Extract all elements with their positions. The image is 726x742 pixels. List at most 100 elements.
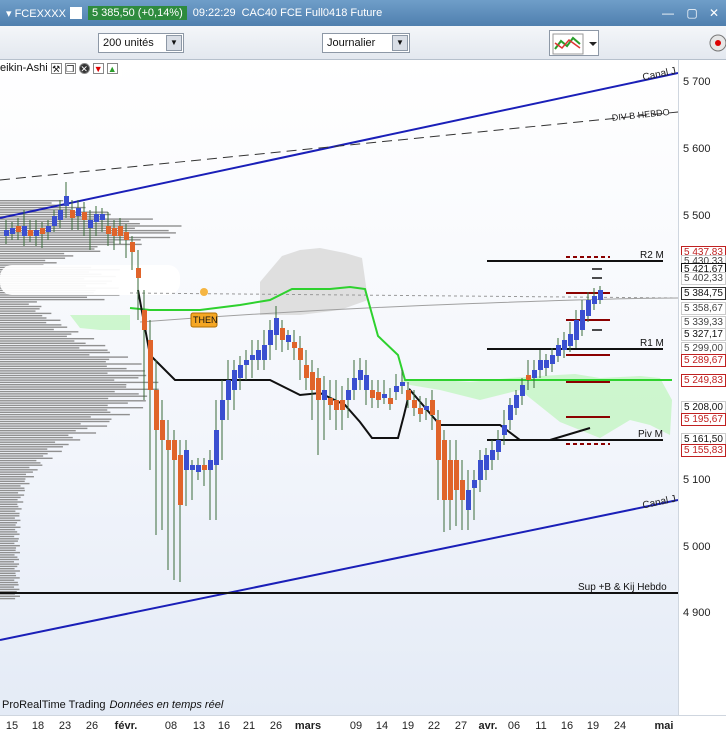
candle-body[interactable]: [556, 345, 561, 356]
candle-body[interactable]: [22, 226, 27, 236]
candle-body[interactable]: [364, 375, 369, 390]
candle-body[interactable]: [70, 210, 75, 218]
candle-body[interactable]: [430, 400, 435, 415]
date-axis[interactable]: 15 18 23 26 févr. 08 13 16 21 26 mars 09…: [0, 715, 726, 742]
candle-body[interactable]: [238, 365, 243, 378]
candle-body[interactable]: [220, 400, 225, 420]
candle-body[interactable]: [328, 398, 333, 405]
candle-body[interactable]: [34, 230, 39, 236]
wrench-icon[interactable]: ⚒: [50, 62, 62, 74]
candle-body[interactable]: [94, 214, 99, 222]
candle-body[interactable]: [526, 375, 531, 380]
candle-body[interactable]: [466, 490, 471, 510]
candle-body[interactable]: [16, 226, 21, 232]
candle-body[interactable]: [262, 345, 267, 360]
symbol-selector[interactable]: ▾ FCEXXXX: [6, 7, 66, 20]
candle-body[interactable]: [370, 390, 375, 398]
candle-body[interactable]: [574, 320, 579, 340]
indicator-legend[interactable]: eikin-Ashi ⚒ ❐ ✕ ▼ ▲: [0, 60, 122, 76]
candle-body[interactable]: [454, 460, 459, 490]
candle-body[interactable]: [274, 318, 279, 335]
window-icon[interactable]: ❐: [64, 62, 76, 74]
candle-body[interactable]: [244, 360, 249, 365]
candle-body[interactable]: [280, 328, 285, 340]
maximize-icon[interactable]: ▢: [684, 5, 700, 21]
candle-body[interactable]: [10, 228, 15, 234]
candle-body[interactable]: [88, 220, 93, 228]
candle-body[interactable]: [490, 450, 495, 460]
candle-body[interactable]: [550, 355, 555, 364]
candle-body[interactable]: [226, 380, 231, 400]
candle-body[interactable]: [520, 385, 525, 396]
candle-body[interactable]: [106, 226, 111, 234]
candle-body[interactable]: [196, 465, 201, 472]
remove-icon[interactable]: ✕: [78, 62, 90, 74]
candle-body[interactable]: [586, 300, 591, 316]
candle-body[interactable]: [292, 342, 297, 348]
candle-body[interactable]: [298, 348, 303, 360]
candle-body[interactable]: [52, 216, 57, 226]
candle-body[interactable]: [502, 425, 507, 435]
price-axis[interactable]: 5 700 5 600 5 500 5 100 5 000 4 900 5 43…: [678, 60, 726, 715]
candle-body[interactable]: [4, 230, 9, 236]
candle-body[interactable]: [412, 400, 417, 408]
chart-canvas[interactable]: THEN Canal J DIV B HEBDO R2 M R1 M Piv M…: [0, 60, 678, 715]
candle-body[interactable]: [184, 450, 189, 470]
candle-body[interactable]: [304, 365, 309, 378]
candle-body[interactable]: [28, 230, 33, 236]
candle-body[interactable]: [436, 420, 441, 460]
candle-body[interactable]: [580, 310, 585, 330]
candle-body[interactable]: [406, 390, 411, 400]
candle-body[interactable]: [232, 370, 237, 390]
add-indicator-button[interactable]: [549, 30, 599, 56]
candle-body[interactable]: [130, 242, 135, 252]
candle-body[interactable]: [424, 406, 429, 410]
chevron-down-icon[interactable]: ▼: [166, 35, 182, 51]
candle-body[interactable]: [322, 390, 327, 400]
candle-body[interactable]: [250, 355, 255, 360]
candle-body[interactable]: [358, 370, 363, 380]
close-icon[interactable]: ✕: [706, 5, 722, 21]
candle-body[interactable]: [64, 196, 69, 206]
candle-body[interactable]: [460, 480, 465, 500]
candle-body[interactable]: [100, 214, 105, 220]
units-select[interactable]: 200 unités ▼: [98, 33, 184, 53]
candle-body[interactable]: [352, 378, 357, 390]
candle-body[interactable]: [178, 455, 183, 505]
candle-body[interactable]: [448, 460, 453, 500]
candle-body[interactable]: [46, 226, 51, 232]
candle-body[interactable]: [154, 390, 159, 430]
candle-body[interactable]: [172, 440, 177, 460]
candle-body[interactable]: [538, 360, 543, 370]
candle-body[interactable]: [340, 400, 345, 410]
candle-body[interactable]: [202, 465, 207, 470]
alert-dot[interactable]: [200, 288, 208, 296]
move-up-icon[interactable]: ▲: [106, 62, 118, 74]
candle-body[interactable]: [58, 210, 63, 220]
candle-body[interactable]: [382, 394, 387, 398]
candle-body[interactable]: [532, 370, 537, 378]
chevron-down-icon[interactable]: ▼: [392, 35, 408, 51]
candle-body[interactable]: [418, 408, 423, 414]
candle-body[interactable]: [40, 228, 45, 234]
candle-body[interactable]: [160, 420, 165, 440]
candle-body[interactable]: [136, 268, 141, 278]
candle-body[interactable]: [514, 395, 519, 408]
minimize-icon[interactable]: —: [660, 5, 676, 21]
candle-body[interactable]: [256, 350, 261, 360]
candle-body[interactable]: [268, 330, 273, 345]
candle-body[interactable]: [76, 208, 81, 216]
candle-body[interactable]: [478, 460, 483, 480]
price-chart[interactable]: THEN Canal J DIV B HEBDO R2 M R1 M Piv M…: [0, 60, 678, 715]
candle-body[interactable]: [310, 372, 315, 390]
candle-body[interactable]: [442, 440, 447, 500]
candle-body[interactable]: [316, 378, 321, 400]
candle-body[interactable]: [544, 360, 549, 368]
candle-body[interactable]: [508, 405, 513, 420]
candle-body[interactable]: [142, 310, 147, 330]
candle-body[interactable]: [592, 296, 597, 304]
candle-body[interactable]: [394, 386, 399, 392]
sync-checkbox[interactable]: [69, 7, 82, 19]
period-select[interactable]: Journalier ▼: [322, 33, 410, 53]
candle-body[interactable]: [166, 440, 171, 450]
